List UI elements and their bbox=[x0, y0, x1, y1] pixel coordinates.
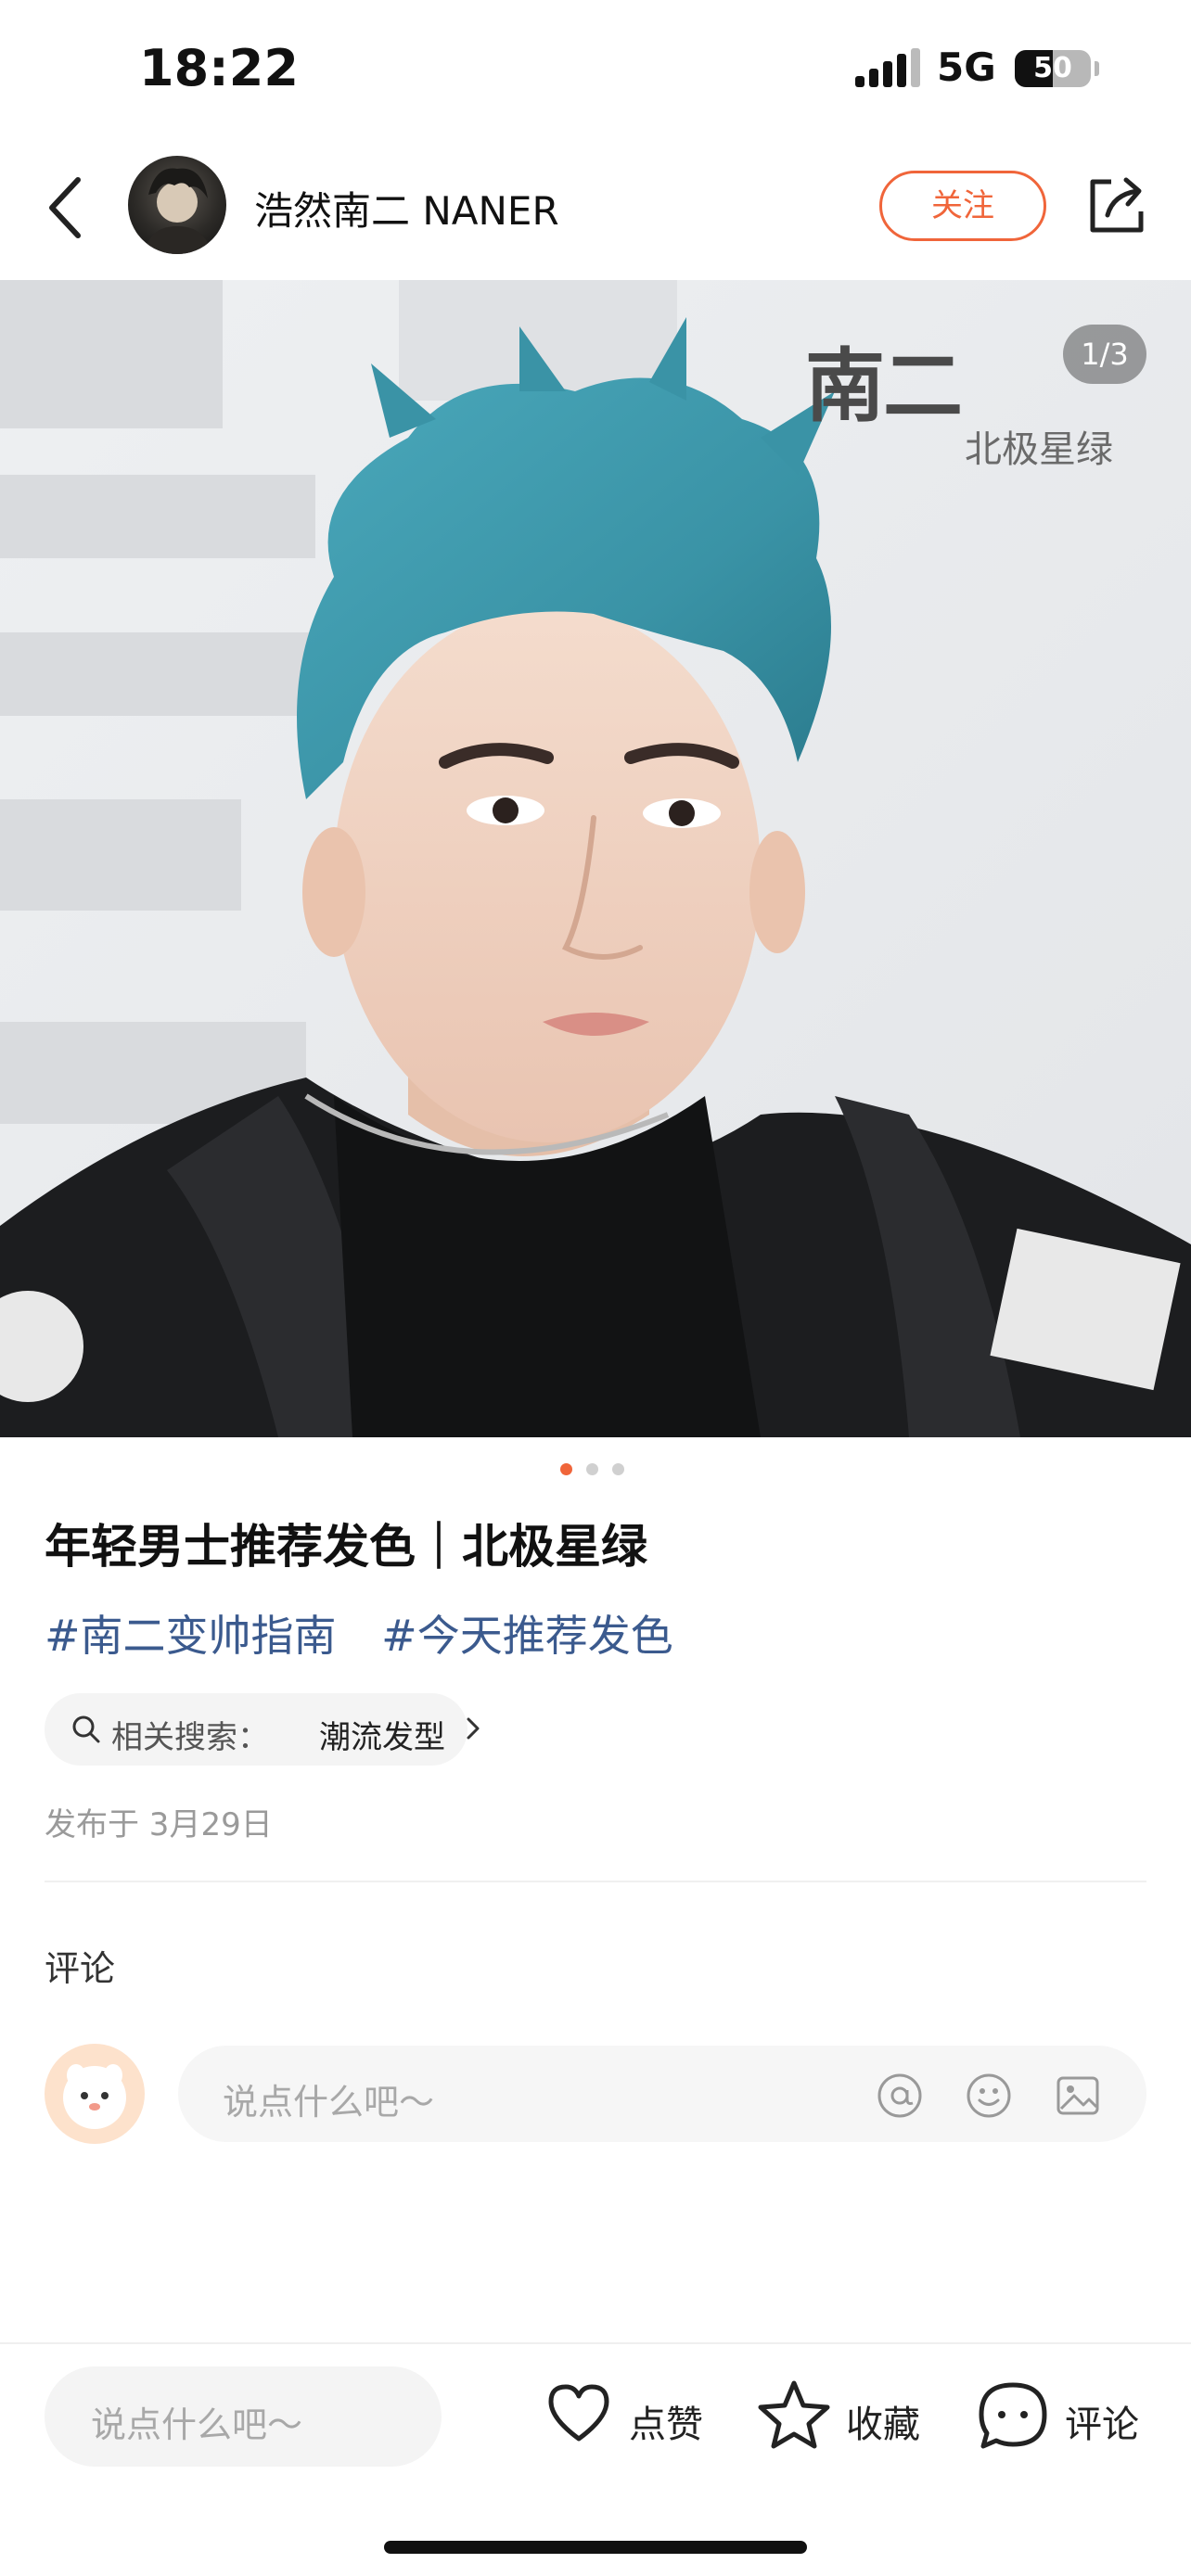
comment-input-placeholder: 说点什么吧～ bbox=[223, 2082, 435, 2123]
cellular-signal-icon bbox=[855, 48, 920, 87]
note-detail-page: 18:22 5G 50 浩然南二 NANER 关注 南二 北极星绿 1/3 年轻… bbox=[0, 0, 1191, 2576]
like-label: 点赞 bbox=[629, 2404, 703, 2446]
home-indicator bbox=[384, 2541, 807, 2554]
publish-date: 发布于 3月29日 bbox=[45, 1806, 273, 1843]
status-bar: 18:22 5G 50 bbox=[0, 0, 1191, 139]
comment-input[interactable]: 说点什么吧～ bbox=[178, 2046, 1146, 2142]
star-icon bbox=[758, 2380, 830, 2449]
pagination-dot bbox=[586, 1463, 598, 1475]
related-search-term: 潮流发型 bbox=[319, 1719, 445, 1756]
author-name[interactable]: 浩然南二 NANER bbox=[254, 180, 559, 236]
note-header: 浩然南二 NANER 关注 bbox=[0, 139, 1191, 278]
emoji-icon[interactable] bbox=[965, 2072, 1013, 2120]
comment-label: 评论 bbox=[1065, 2404, 1139, 2446]
back-icon[interactable] bbox=[41, 172, 93, 243]
pagination-dot bbox=[612, 1463, 624, 1475]
battery-tip bbox=[1095, 61, 1099, 76]
search-icon bbox=[72, 1715, 100, 1743]
image-counter: 1/3 bbox=[1063, 325, 1146, 384]
avatar-portrait bbox=[145, 168, 211, 254]
chevron-right-icon bbox=[467, 1717, 480, 1740]
like-button[interactable]: 点赞 bbox=[544, 2378, 711, 2455]
post-title: 年轻男士推荐发色｜北极星绿 bbox=[45, 1520, 647, 1574]
bottom-comment-input[interactable]: 说点什么吧～ bbox=[45, 2366, 442, 2467]
status-time: 18:22 bbox=[139, 39, 299, 97]
battery-icon: 50 bbox=[1015, 50, 1091, 87]
share-icon[interactable] bbox=[1085, 172, 1150, 237]
brand-logo: 南二 bbox=[805, 340, 963, 433]
related-search-chip[interactable]: 相关搜索： 潮流发型 bbox=[45, 1693, 480, 1766]
image-pagination-dots bbox=[560, 1463, 634, 1478]
heart-icon bbox=[548, 2384, 609, 2442]
author-avatar[interactable] bbox=[128, 156, 226, 254]
comment-bubble-icon bbox=[979, 2382, 1047, 2449]
at-icon[interactable] bbox=[876, 2072, 924, 2120]
comments-heading: 评论 bbox=[45, 1948, 116, 1989]
favorite-button[interactable]: 收藏 bbox=[757, 2378, 928, 2455]
related-search-label: 相关搜索： bbox=[111, 1719, 269, 1756]
brand-subtitle: 北极星绿 bbox=[965, 428, 1113, 471]
post-image[interactable]: 南二 北极星绿 1/3 bbox=[0, 280, 1191, 1437]
battery-percent: 50 bbox=[1033, 52, 1072, 84]
current-user-avatar bbox=[45, 2044, 145, 2144]
image-icon[interactable] bbox=[1054, 2072, 1102, 2120]
bottom-input-placeholder: 说点什么吧～ bbox=[91, 2404, 303, 2445]
avatar-cartoon bbox=[63, 2064, 126, 2129]
section-divider bbox=[45, 1881, 1146, 1882]
comment-button[interactable]: 评论 bbox=[976, 2378, 1152, 2455]
network-type: 5G bbox=[937, 45, 996, 90]
bottom-action-bar: 说点什么吧～ 点赞 收藏 评论 bbox=[0, 2342, 1191, 2576]
hashtag-link[interactable]: #今天推荐发色 bbox=[381, 1611, 673, 1661]
pagination-dot bbox=[560, 1463, 572, 1475]
favorite-label: 收藏 bbox=[846, 2404, 920, 2446]
follow-button[interactable]: 关注 bbox=[879, 171, 1046, 241]
post-tags: #南二变帅指南 #今天推荐发色 bbox=[45, 1602, 705, 1664]
hashtag-link[interactable]: #南二变帅指南 bbox=[45, 1611, 337, 1661]
